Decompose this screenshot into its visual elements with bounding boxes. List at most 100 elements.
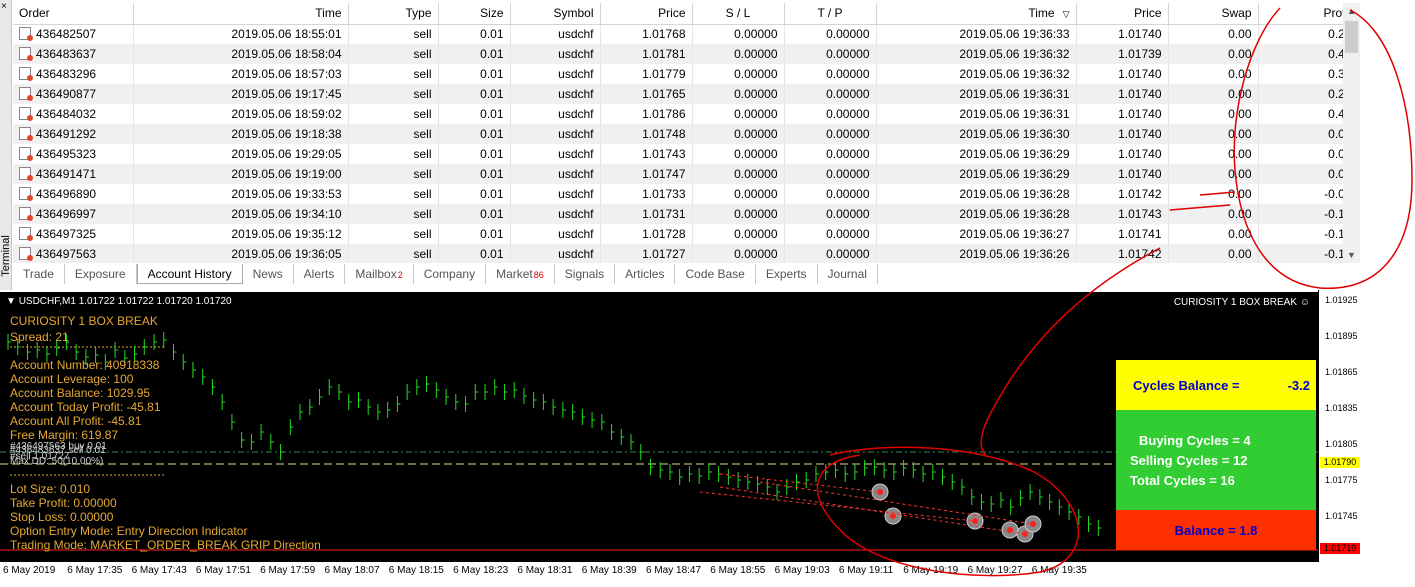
- table-cell: 1.01731: [600, 204, 693, 224]
- table-header-row: Order Time Type Size Symbol Price S / LT / P Ti…: [13, 3, 1358, 25]
- table-row[interactable]: 436483637 2019.05.06 18:58:04 sell 0.01 usdc…: [13, 44, 1358, 64]
- sell-order-icon: [19, 107, 33, 121]
- table-cell: 0.00000: [692, 84, 785, 104]
- price-axis[interactable]: 1.01925 1.01895 1.01865 1.01835 1.01805 1.017…: [1318, 290, 1415, 562]
- price-chart[interactable]: ▼ USDCHF,M1 1.01722 1.01722 1.01720 1.01…: [0, 290, 1318, 562]
- table-row[interactable]: 436490877 2019.05.06 19:17:45 sell 0.01 usdc…: [13, 84, 1358, 104]
- table-cell: sell: [348, 184, 439, 204]
- tab-market[interactable]: Market86: [486, 264, 555, 284]
- tab-code-base[interactable]: Code Base: [675, 264, 756, 284]
- column-header[interactable]: Price: [600, 3, 693, 25]
- price-tick-label: 1.01925: [1325, 295, 1358, 305]
- table-cell: 0.00: [1168, 84, 1259, 104]
- tab-exposure[interactable]: Exposure: [65, 264, 137, 284]
- table-cell: 1.01733: [600, 184, 693, 204]
- table-cell: 0.00000: [692, 24, 785, 44]
- column-header[interactable]: Type: [348, 3, 439, 25]
- table-cell: 436484032: [13, 104, 134, 124]
- table-cell: 1.01728: [600, 224, 693, 244]
- table-cell: usdchf: [510, 104, 601, 124]
- chart-menu-icon[interactable]: ▼: [6, 296, 16, 307]
- price-tick-label: 1.01745: [1325, 511, 1358, 521]
- table-cell: usdchf: [510, 204, 601, 224]
- scroll-thumb[interactable]: [1345, 21, 1358, 53]
- column-header[interactable]: Time: [133, 3, 349, 25]
- table-cell: sell: [348, 104, 439, 124]
- terminal-sidebar: × Terminal: [0, 0, 12, 290]
- time-tick-label: 6 May 19:27: [967, 565, 1023, 576]
- column-header[interactable]: Time ▽: [876, 3, 1077, 25]
- close-icon[interactable]: ×: [1, 2, 7, 12]
- column-header[interactable]: Order: [13, 3, 134, 25]
- total-cycles: Total Cycles = 16: [1130, 473, 1235, 488]
- table-cell: 0.01: [438, 124, 511, 144]
- sort-descending-icon[interactable]: ▽: [1063, 9, 1070, 19]
- ea-info-line: Spread: 21: [10, 330, 69, 344]
- table-cell: 1.01739: [1076, 44, 1169, 64]
- scroll-down-icon[interactable]: ▼: [1343, 247, 1360, 263]
- tab-company[interactable]: Company: [414, 264, 487, 284]
- table-row[interactable]: 436496890 2019.05.06 19:33:53 sell 0.01 usdc…: [13, 184, 1358, 204]
- sell-order-icon: [19, 227, 33, 241]
- ea-info-line: Account Balance: 1029.95: [10, 386, 151, 400]
- time-tick-label: 6 May 18:31: [517, 565, 573, 576]
- time-axis[interactable]: 6 May 2019 6 May 17:35 6 May 17:43 6 May 17…: [0, 562, 1415, 587]
- tab-news[interactable]: News: [243, 264, 294, 284]
- expert-advisor-name: CURIOSITY 1 BOX BREAK ☺: [1174, 297, 1310, 308]
- ea-info-line: Account Today Profit: -45.81: [10, 400, 161, 414]
- column-header[interactable]: Symbol: [510, 3, 601, 25]
- chart-symbol-quote: USDCHF,M1 1.01722 1.01722 1.01720 1.0172…: [18, 296, 232, 307]
- time-tick-label: 6 May 19:19: [903, 565, 959, 576]
- tab-experts[interactable]: Experts: [756, 264, 818, 284]
- trade-connector-line: [719, 473, 881, 493]
- time-tick-label: 6 May 18:39: [581, 565, 637, 576]
- column-header[interactable]: Price: [1076, 3, 1169, 25]
- table-cell: 2019.05.06 18:59:02: [133, 104, 349, 124]
- tab-trade[interactable]: Trade: [13, 264, 65, 284]
- table-row[interactable]: 436484032 2019.05.06 18:59:02 sell 0.01 usdc…: [13, 104, 1358, 124]
- table-cell: 2019.05.06 19:18:38: [133, 124, 349, 144]
- table-cell: 2019.05.06 19:36:30: [876, 124, 1077, 144]
- column-header[interactable]: Swap: [1168, 3, 1259, 25]
- table-row[interactable]: 436496997 2019.05.06 19:34:10 sell 0.01 usdc…: [13, 204, 1358, 224]
- table-row[interactable]: 436491471 2019.05.06 19:19:00 sell 0.01 usdc…: [13, 164, 1358, 184]
- tab-mailbox[interactable]: Mailbox2: [345, 264, 414, 284]
- table-cell: usdchf: [510, 64, 601, 84]
- tab-articles[interactable]: Articles: [615, 264, 676, 284]
- table-cell: 1.01740: [1076, 64, 1169, 84]
- column-header[interactable]: Size: [438, 3, 511, 25]
- table-cell: sell: [348, 244, 439, 263]
- table-cell: 1.01740: [1076, 24, 1169, 44]
- tab-signals[interactable]: Signals: [555, 264, 616, 284]
- tab-alerts[interactable]: Alerts: [294, 264, 346, 284]
- price-tick-label: 1.01805: [1325, 439, 1358, 449]
- scroll-up-icon[interactable]: ▲: [1343, 3, 1360, 19]
- ea-info-line: Lot Size: 0.010: [10, 482, 91, 496]
- ea-info-line: Free Margin: 619.87: [10, 428, 119, 442]
- current-price-tag: 1.01719: [1320, 543, 1360, 554]
- time-tick-label: 6 May 17:51: [195, 565, 251, 576]
- sell-order-icon: [19, 187, 33, 201]
- table-cell: 2019.05.06 18:55:01: [133, 24, 349, 44]
- table-cell: 0.00000: [692, 64, 785, 84]
- table-row[interactable]: 436497325 2019.05.06 19:35:12 sell 0.01 usdc…: [13, 224, 1358, 244]
- table-cell: sell: [348, 124, 439, 144]
- table-row[interactable]: 436491292 2019.05.06 19:18:38 sell 0.01 usdc…: [13, 124, 1358, 144]
- table-row[interactable]: 436482507 2019.05.06 18:55:01 sell 0.01 usdc…: [13, 24, 1358, 44]
- table-row[interactable]: 436483296 2019.05.06 18:57:03 sell 0.01 usdc…: [13, 64, 1358, 84]
- table-cell: 0.00000: [692, 184, 785, 204]
- tab-journal[interactable]: Journal: [818, 264, 878, 284]
- vertical-scrollbar[interactable]: ▲ ▼: [1343, 3, 1360, 263]
- cycles-balance-value: -3.2: [1287, 377, 1310, 393]
- table-cell: 0.00: [1168, 224, 1259, 244]
- trade-connector-line: [699, 491, 976, 522]
- terminal-panel: × Terminal Order Time Type Size Symbol Price S…: [0, 0, 1415, 290]
- table-row[interactable]: 436495323 2019.05.06 19:29:05 sell 0.01 usdc…: [13, 144, 1358, 164]
- column-header[interactable]: T / P: [784, 3, 877, 25]
- smiley-icon[interactable]: ☺: [1300, 297, 1310, 308]
- table-cell: 0.00000: [692, 104, 785, 124]
- column-header[interactable]: S / L: [692, 3, 785, 25]
- tab-account-history[interactable]: Account History: [136, 264, 243, 284]
- table-cell: 1.01727: [600, 244, 693, 263]
- table-row[interactable]: 436497563 2019.05.06 19:36:05 sell 0.01 usdc…: [13, 244, 1358, 263]
